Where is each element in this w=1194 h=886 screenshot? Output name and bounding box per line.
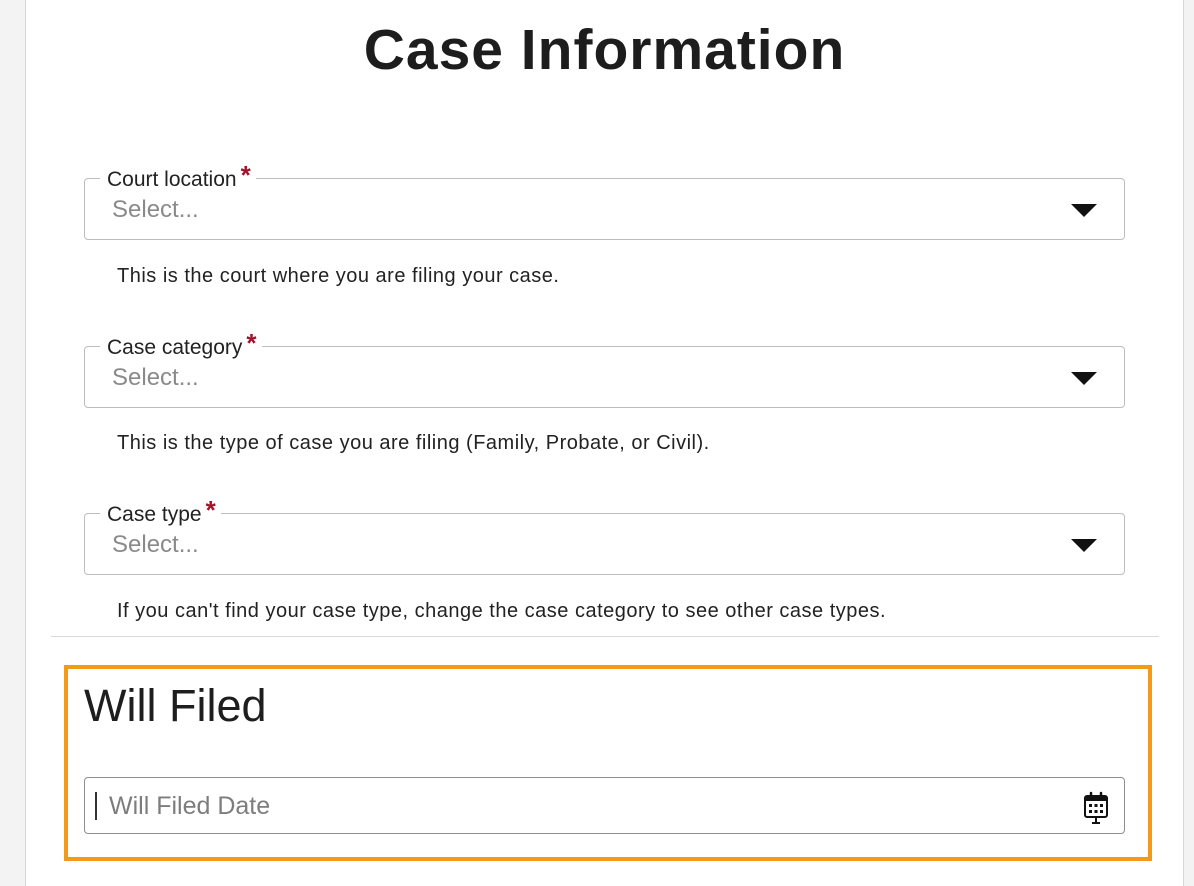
page-container: Case Information Select... Court locatio…	[25, 0, 1184, 886]
case-type-help-text: If you can't find your case type, change…	[117, 600, 887, 622]
will-filed-date-input[interactable]	[109, 788, 1049, 824]
caret-down-icon[interactable]	[1071, 204, 1097, 217]
case-category-field[interactable]: Select... Case category *	[84, 330, 1125, 408]
case-type-field[interactable]: Select... Case type *	[84, 497, 1125, 575]
court-location-label: Court location *	[100, 162, 256, 193]
case-category-label-text: Case category	[107, 336, 243, 359]
court-location-field[interactable]: Select... Court location *	[84, 162, 1125, 240]
will-filed-title: Will Filed	[84, 680, 267, 731]
caret-down-icon[interactable]	[1071, 539, 1097, 552]
text-cursor	[95, 792, 97, 820]
will-filed-date-field[interactable]	[84, 777, 1125, 834]
required-asterisk: *	[246, 328, 257, 358]
court-location-help-text: This is the court where you are filing y…	[117, 265, 560, 287]
court-location-placeholder: Select...	[112, 196, 199, 223]
calendar-icon[interactable]	[1083, 791, 1109, 825]
required-asterisk: *	[240, 160, 251, 190]
section-divider	[51, 636, 1159, 637]
case-category-placeholder: Select...	[112, 364, 199, 391]
required-asterisk: *	[205, 495, 216, 525]
case-type-label: Case type *	[100, 497, 221, 528]
case-category-help-text: This is the type of case you are filing …	[117, 432, 710, 454]
case-category-label: Case category *	[100, 330, 262, 361]
case-type-label-text: Case type	[107, 503, 202, 526]
case-type-placeholder: Select...	[112, 531, 199, 558]
page-title: Case Information	[363, 18, 846, 82]
caret-down-icon[interactable]	[1071, 372, 1097, 385]
court-location-label-text: Court location	[107, 168, 237, 191]
case-type-select[interactable]: Select...	[84, 513, 1125, 575]
